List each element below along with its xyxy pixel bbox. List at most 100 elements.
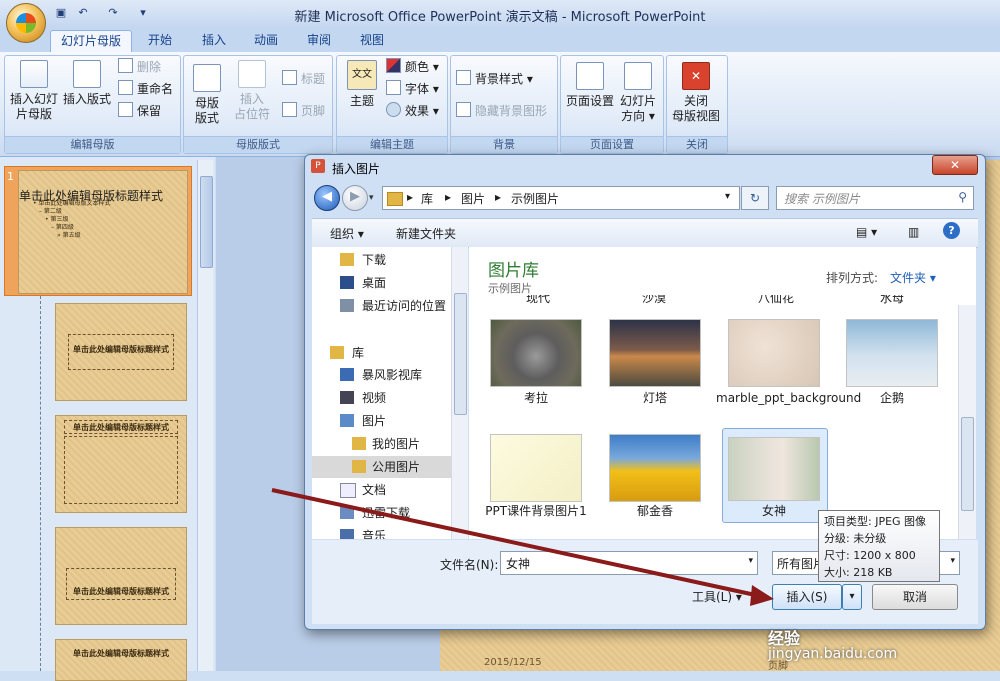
- nav-label: 桌面: [362, 276, 387, 290]
- tab-review[interactable]: 审阅: [299, 30, 339, 52]
- preview-pane-icon[interactable]: ▥: [908, 225, 919, 239]
- footers-checkbox[interactable]: 页脚: [282, 102, 325, 120]
- organize-button[interactable]: 组织 ▾: [330, 225, 364, 242]
- layout-thumbnail[interactable]: 单击此处编辑母版标题样式: [55, 527, 187, 625]
- history-dropdown-icon[interactable]: ▾: [369, 193, 374, 203]
- nav-item-public-pictures[interactable]: 公用图片: [312, 456, 451, 478]
- nav-item-baofeng[interactable]: 暴风影视库: [312, 364, 467, 386]
- page-setup-button[interactable]: 页面设置: [564, 62, 616, 109]
- hide-background-checkbox[interactable]: 隐藏背景图形: [456, 102, 547, 120]
- breadcrumb-item[interactable]: 示例图片: [511, 190, 559, 207]
- file-name[interactable]: PPT课件背景图片1: [478, 503, 594, 519]
- insert-dropdown-icon[interactable]: ▾: [842, 584, 862, 610]
- nav-scrollbar[interactable]: [451, 247, 468, 539]
- file-type-dropdown-icon[interactable]: ▾: [950, 556, 955, 566]
- download-library-icon: [340, 506, 354, 519]
- tools-button[interactable]: 工具(L) ▾: [692, 588, 742, 605]
- theme-button[interactable]: 文文 主题: [342, 60, 382, 109]
- insert-layout-button[interactable]: 插入版式: [62, 60, 112, 107]
- nav-item-videos[interactable]: 视频: [312, 387, 467, 409]
- colors-button[interactable]: 颜色 ▾: [386, 58, 439, 76]
- tulips-thumbnail[interactable]: [609, 434, 701, 502]
- file-name[interactable]: 考拉: [478, 390, 594, 406]
- button-label: 占位符: [233, 107, 270, 121]
- breadcrumb-item[interactable]: 库: [421, 190, 433, 207]
- ppt-background-thumbnail[interactable]: [490, 434, 582, 502]
- file-name[interactable]: 灯塔: [597, 390, 713, 406]
- nav-item-desktop[interactable]: 桌面: [312, 272, 467, 294]
- tab-view[interactable]: 视图: [352, 30, 392, 52]
- layout-thumbnail[interactable]: 单击此处编辑母版标题样式: [55, 303, 187, 401]
- tab-slide-master[interactable]: 幻灯片母版: [50, 30, 132, 53]
- thumbnail-scrollbar[interactable]: [197, 160, 213, 671]
- file-name[interactable]: 企鹅: [834, 390, 950, 406]
- file-name[interactable]: 女神: [716, 503, 832, 519]
- file-list-scrollbar[interactable]: [958, 305, 976, 539]
- back-icon[interactable]: ◀: [314, 185, 340, 211]
- lighthouse-thumbnail[interactable]: [609, 319, 701, 387]
- title-checkbox[interactable]: 标题: [282, 70, 325, 88]
- nav-item-xunlei[interactable]: 迅雷下载: [312, 502, 467, 524]
- search-icon[interactable]: ⚲: [958, 190, 967, 204]
- filename-dropdown-icon[interactable]: ▾: [748, 556, 753, 566]
- preserve-button[interactable]: 保留: [118, 102, 161, 120]
- layout-thumbnail[interactable]: 单击此处编辑母版标题样式: [55, 639, 187, 681]
- nav-label: 库: [352, 346, 365, 360]
- background-styles-button[interactable]: 背景样式 ▾: [456, 70, 533, 88]
- scrollbar-thumb[interactable]: [200, 176, 213, 268]
- background-styles-icon: [456, 70, 471, 85]
- insert-button[interactable]: 插入(S): [772, 584, 842, 610]
- sort-dropdown[interactable]: 文件夹 ▾: [890, 269, 936, 286]
- tab-insert[interactable]: 插入: [194, 30, 234, 52]
- new-folder-button[interactable]: 新建文件夹: [396, 225, 456, 242]
- insert-slide-master-button[interactable]: 插入幻灯 片母版: [8, 60, 60, 122]
- close-master-view-button[interactable]: ✕ 关闭 母版视图: [668, 62, 724, 124]
- button-label: 页面设置: [565, 94, 614, 108]
- tab-animation[interactable]: 动画: [246, 30, 286, 52]
- address-bar[interactable]: ▸ 库 ▸ 图片 ▸ 示例图片 ▾: [382, 186, 740, 210]
- nav-item-pictures[interactable]: 图片: [312, 410, 467, 432]
- tab-home[interactable]: 开始: [140, 30, 180, 52]
- fonts-icon: [386, 80, 401, 95]
- view-options-icon[interactable]: ▤ ▾: [856, 225, 877, 239]
- nav-item-recent[interactable]: 最近访问的位置: [312, 295, 467, 317]
- refresh-icon[interactable]: ↻: [741, 186, 769, 210]
- slide-master-thumbnail[interactable]: 单击此处编辑母版标题样式 • 单击此处编辑母版文本样式 – 第二级 • 第三级 …: [18, 170, 188, 294]
- nav-item-downloads[interactable]: 下载: [312, 249, 467, 271]
- koala-thumbnail[interactable]: [490, 319, 582, 387]
- layout-thumbnail[interactable]: 单击此处编辑母版标题样式: [55, 415, 187, 513]
- dialog-close-button[interactable]: ✕: [932, 155, 978, 175]
- nav-item-music[interactable]: 音乐: [312, 525, 467, 539]
- checkbox-icon: [282, 102, 297, 117]
- delete-button[interactable]: 删除: [118, 58, 161, 76]
- slide-orientation-button[interactable]: 幻灯片 方向 ▾: [618, 62, 658, 124]
- folder-icon: [352, 437, 366, 450]
- office-button[interactable]: [6, 3, 46, 43]
- effects-button[interactable]: 效果 ▾: [386, 102, 439, 120]
- fonts-button[interactable]: 字体 ▾: [386, 80, 439, 98]
- nav-item-my-pictures[interactable]: 我的图片: [312, 433, 467, 455]
- scrollbar-thumb[interactable]: [961, 417, 974, 511]
- forward-icon[interactable]: ▶: [342, 185, 368, 211]
- marble-thumbnail[interactable]: [728, 319, 820, 387]
- breadcrumb-item[interactable]: 图片: [461, 190, 485, 207]
- file-name: 现代: [526, 295, 551, 305]
- file-name[interactable]: 郁金香: [597, 503, 713, 519]
- search-input[interactable]: 搜索 示例图片 ⚲: [776, 186, 974, 210]
- tooltip-line: 尺寸: 1200 x 800: [824, 549, 916, 562]
- address-dropdown-icon[interactable]: ▾: [725, 191, 730, 202]
- tooltip-line: 项目类型: JPEG 图像: [824, 515, 927, 528]
- goddess-thumbnail[interactable]: [728, 437, 820, 501]
- scrollbar-thumb[interactable]: [454, 293, 467, 415]
- cancel-button[interactable]: 取消: [872, 584, 958, 610]
- insert-placeholder-button[interactable]: 插入 占位符: [228, 60, 276, 122]
- master-layout-button[interactable]: 母版 版式: [188, 64, 226, 126]
- penguins-thumbnail[interactable]: [846, 319, 938, 387]
- filename-input[interactable]: 女神 ▾: [500, 551, 758, 575]
- help-icon[interactable]: ?: [943, 222, 960, 239]
- file-name[interactable]: marble_ppt_background: [716, 390, 861, 406]
- rename-button[interactable]: 重命名: [118, 80, 173, 98]
- nav-item-libraries[interactable]: 库: [312, 342, 467, 364]
- nav-item-documents[interactable]: 文档: [312, 479, 467, 501]
- library-icon: [330, 346, 344, 359]
